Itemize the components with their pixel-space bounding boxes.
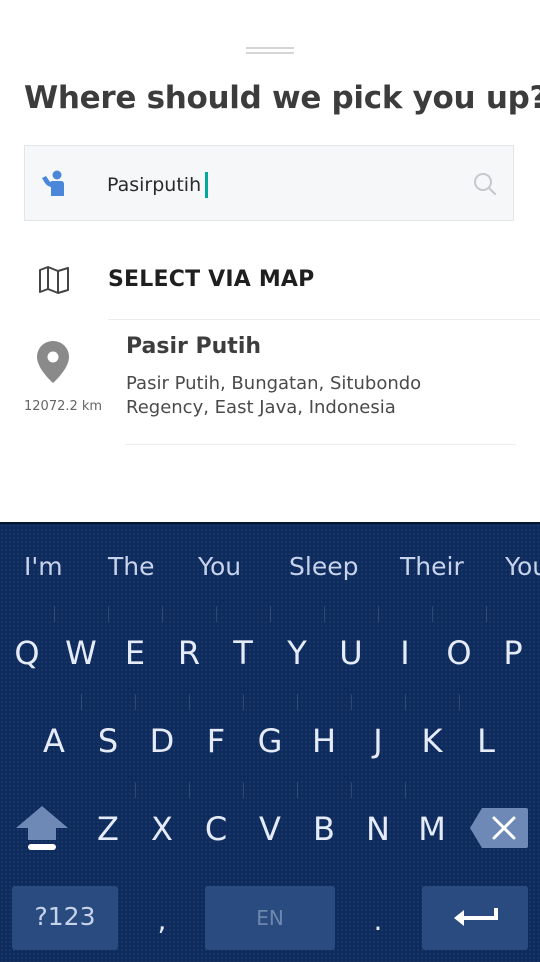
keyboard: I'm The You Sleep Their You Q W E R T Y … (0, 522, 540, 962)
suggestion[interactable]: Their (400, 552, 464, 581)
suggestion[interactable]: You (198, 552, 241, 581)
key-separator (243, 694, 244, 710)
key-separator (297, 694, 298, 710)
page-title: Where should we pick you up? (24, 80, 540, 116)
select-via-map-label: SELECT VIA MAP (108, 267, 315, 292)
key-b[interactable]: B (297, 810, 351, 848)
key-separator (405, 694, 406, 710)
key-a[interactable]: A (27, 722, 81, 760)
shift-icon[interactable] (14, 804, 70, 854)
key-c[interactable]: C (189, 810, 243, 848)
search-icon[interactable] (473, 172, 497, 196)
key-separator (135, 694, 136, 710)
key-separator (351, 694, 352, 710)
key-s[interactable]: S (81, 722, 135, 760)
text-caret (205, 172, 209, 198)
space-key[interactable]: EN (205, 886, 335, 950)
symbols-key[interactable]: ?123 (12, 886, 118, 950)
key-separator (351, 782, 352, 798)
enter-key[interactable] (422, 886, 528, 950)
key-separator (189, 694, 190, 710)
key-i[interactable]: I (378, 634, 432, 672)
key-p[interactable]: P (486, 634, 540, 672)
key-k[interactable]: K (405, 722, 459, 760)
drag-handle[interactable] (246, 47, 294, 56)
key-d[interactable]: D (135, 722, 189, 760)
key-separator (378, 606, 379, 622)
key-separator (162, 606, 163, 622)
suggestion[interactable]: I'm (24, 552, 63, 581)
suggestion[interactable]: Sleep (289, 552, 358, 581)
key-u[interactable]: U (324, 634, 378, 672)
key-separator (324, 606, 325, 622)
key-f[interactable]: F (189, 722, 243, 760)
key-separator (54, 606, 55, 622)
key-separator (81, 694, 82, 710)
key-y[interactable]: Y (270, 634, 324, 672)
symbols-label: ?123 (34, 902, 96, 931)
key-w[interactable]: W (54, 634, 108, 672)
key-separator (216, 606, 217, 622)
key-separator (270, 606, 271, 622)
key-separator (432, 606, 433, 622)
key-separator (243, 782, 244, 798)
key-separator (297, 782, 298, 798)
key-separator (108, 606, 109, 622)
pickup-sheet: Where should we pick you up? Pasirputih … (0, 0, 540, 524)
map-icon (39, 266, 69, 294)
result-name: Pasir Putih (126, 334, 262, 359)
key-l[interactable]: L (459, 722, 513, 760)
result-distance: 12072.2 km (24, 399, 103, 414)
search-text: Pasirputih (107, 174, 202, 196)
key-t[interactable]: T (216, 634, 270, 672)
suggestion[interactable]: The (108, 552, 155, 581)
key-r[interactable]: R (162, 634, 216, 672)
search-input[interactable]: Pasirputih (24, 145, 514, 221)
location-pin-icon (37, 341, 69, 383)
location-result-item[interactable]: 12072.2 km Pasir Putih Pasir Putih, Bung… (0, 320, 540, 446)
key-comma[interactable]: , (135, 904, 189, 937)
divider (126, 444, 516, 445)
key-q[interactable]: Q (0, 634, 54, 672)
key-separator (135, 782, 136, 798)
result-address: Pasir Putih, Bungatan, Situbondo Regency… (126, 373, 422, 418)
select-via-map-option[interactable]: SELECT VIA MAP (0, 252, 540, 312)
key-e[interactable]: E (108, 634, 162, 672)
enter-icon (454, 908, 498, 926)
key-period[interactable]: . (351, 904, 405, 937)
key-o[interactable]: O (432, 634, 486, 672)
key-m[interactable]: M (405, 810, 459, 848)
key-separator (459, 694, 460, 710)
person-icon (42, 170, 64, 196)
key-separator (405, 782, 406, 798)
backspace-icon[interactable] (468, 806, 530, 850)
search-value[interactable]: Pasirputih (107, 172, 209, 198)
key-v[interactable]: V (243, 810, 297, 848)
key-g[interactable]: G (243, 722, 297, 760)
space-language-label: EN (256, 906, 284, 930)
key-j[interactable]: J (351, 722, 405, 760)
key-separator (486, 606, 487, 622)
key-x[interactable]: X (135, 810, 189, 848)
suggestion[interactable]: You (505, 552, 540, 581)
key-z[interactable]: Z (81, 810, 135, 848)
key-n[interactable]: N (351, 810, 405, 848)
key-separator (189, 782, 190, 798)
key-h[interactable]: H (297, 722, 351, 760)
